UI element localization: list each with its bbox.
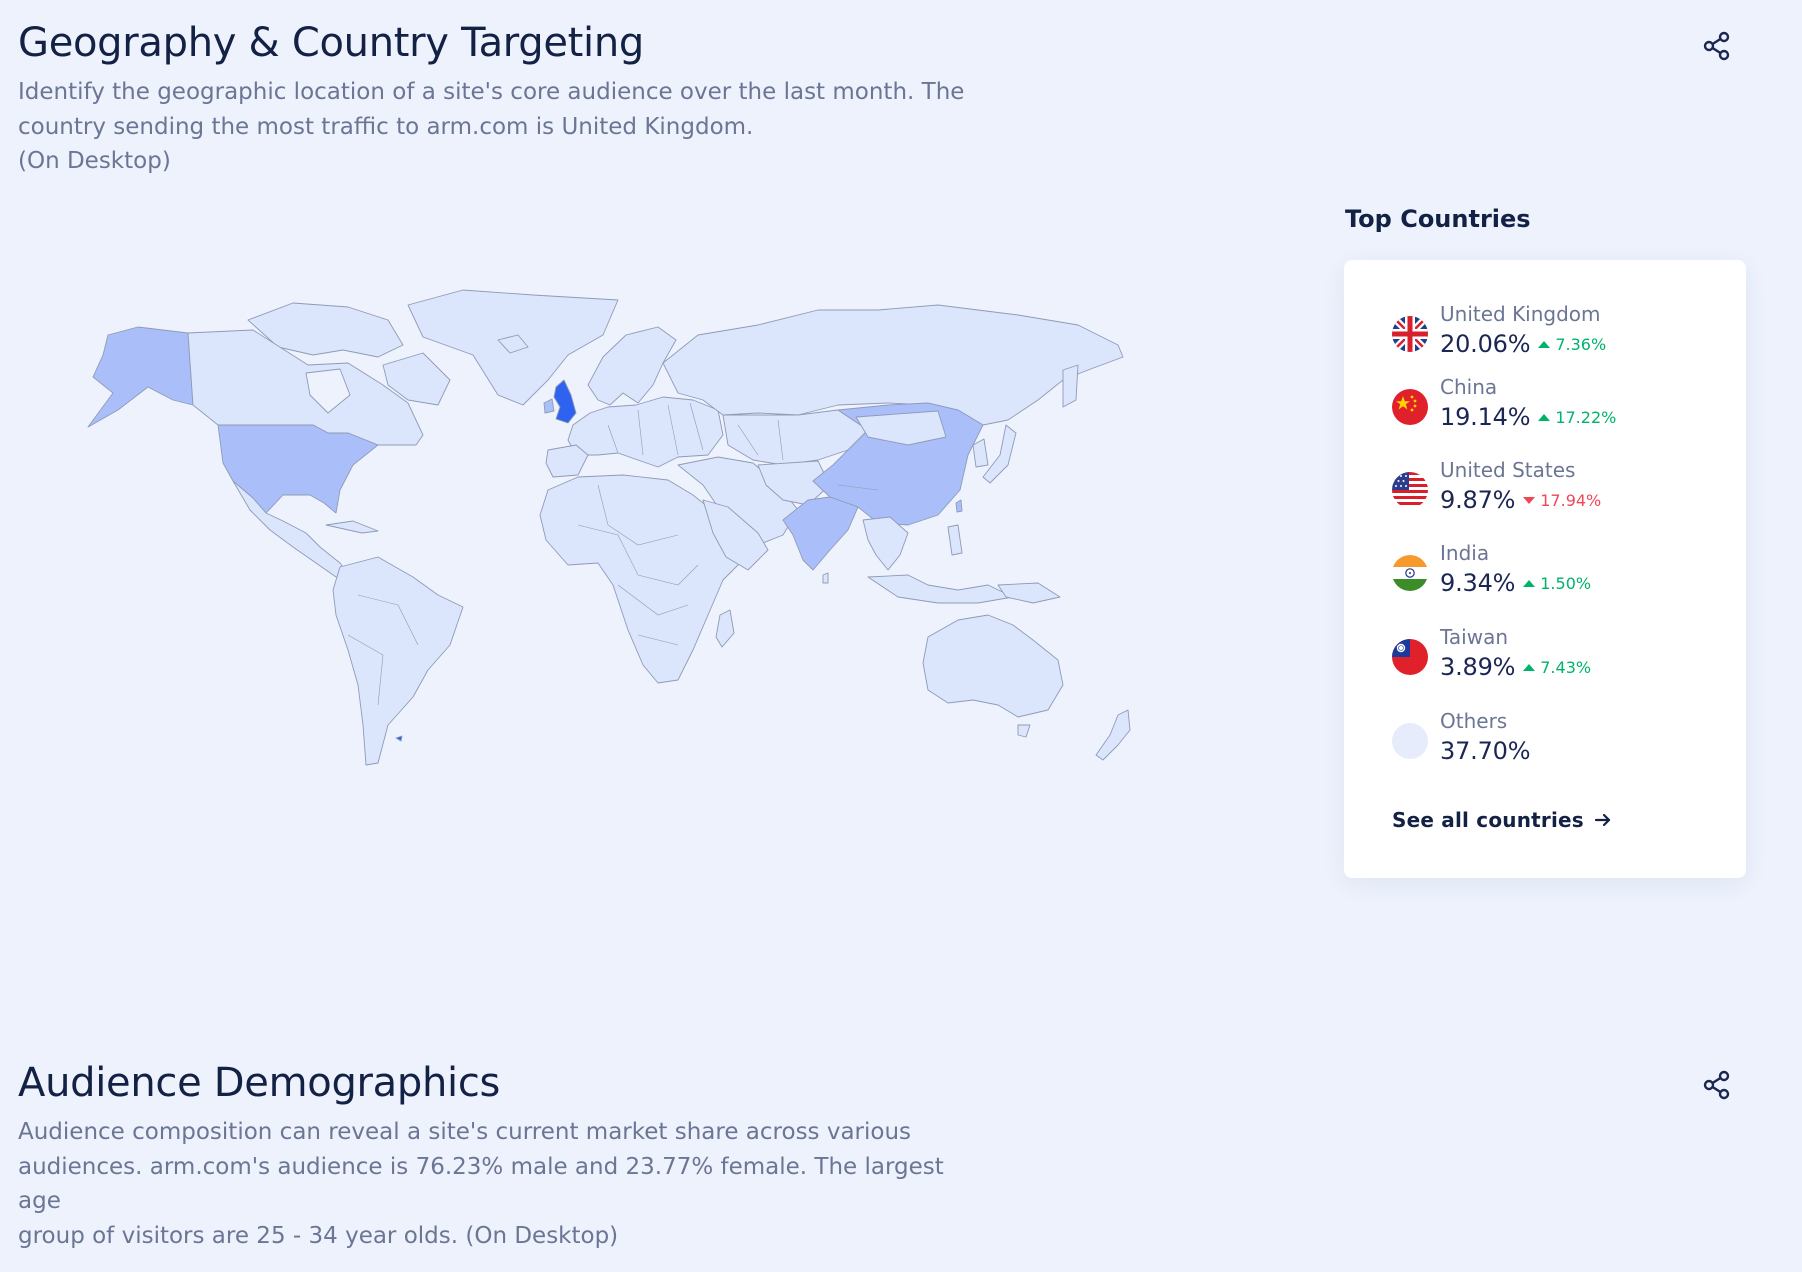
country-name: United States [1440, 458, 1576, 482]
country-share: 19.14% [1440, 403, 1531, 431]
world-map [78, 285, 1298, 875]
country-row-united-states[interactable]: United States 9.87% 17.94% [1392, 458, 1722, 528]
map-region-usa[interactable] [217, 424, 379, 514]
page: Geography & Country Targeting Identify t… [0, 0, 1802, 1272]
country-share: 9.87% [1440, 486, 1516, 514]
map-region-new-guinea[interactable] [997, 582, 1061, 604]
country-row-india[interactable]: India 9.34% 1.50% [1392, 541, 1722, 611]
map-region-madagascar[interactable] [715, 609, 735, 648]
china-flag-icon [1392, 389, 1428, 425]
map-region-alaska[interactable] [87, 326, 194, 428]
country-name: Others [1440, 709, 1508, 733]
india-flag-icon [1392, 555, 1428, 591]
geography-description-line: Identify the geographic location of a si… [18, 79, 965, 105]
geography-description-line: (On Desktop) [18, 148, 171, 174]
map-region-tasmania[interactable] [1017, 724, 1031, 738]
country-row-others: Others 37.70% [1392, 709, 1722, 779]
map-region-cuba[interactable] [325, 520, 379, 534]
country-stats: 37.70% [1440, 737, 1531, 765]
trend-up-icon [1538, 413, 1551, 421]
demographics-share-button[interactable] [1697, 1065, 1737, 1105]
country-change-badge: 7.43% [1523, 658, 1591, 677]
trend-up-icon [1523, 579, 1536, 587]
country-share: 3.89% [1440, 653, 1516, 681]
trend-up-icon [1523, 663, 1536, 671]
map-region-japan[interactable] [982, 424, 1017, 484]
country-stats: 9.34% 1.50% [1440, 569, 1591, 597]
map-region-europe[interactable] [567, 396, 724, 468]
top-countries-title: Top Countries [1345, 205, 1531, 233]
country-change-badge: 17.22% [1538, 408, 1616, 427]
country-stats: 3.89% 7.43% [1440, 653, 1591, 681]
demographics-description-line: Audience composition can reveal a site's… [18, 1119, 912, 1145]
taiwan-flag-icon [1392, 639, 1428, 675]
demographics-description: Audience composition can reveal a site's… [18, 1115, 978, 1253]
others-dot-icon [1392, 723, 1428, 759]
country-change-badge: 1.50% [1523, 574, 1591, 593]
country-change-value: 17.94% [1540, 490, 1602, 510]
map-region-scandinavia[interactable] [587, 326, 677, 406]
trend-up-icon [1538, 340, 1551, 348]
geography-description-line: country sending the most traffic to arm.… [18, 113, 754, 140]
map-region-indonesia[interactable] [867, 574, 1014, 604]
country-row-china[interactable]: China 19.14% 17.22% [1392, 375, 1722, 445]
map-region-korea[interactable] [972, 438, 989, 468]
country-name: India [1440, 541, 1490, 565]
map-region-south-america[interactable] [332, 556, 464, 766]
usa-flag-icon [1392, 472, 1428, 508]
country-share: 37.70% [1440, 737, 1531, 765]
map-region-iberia[interactable] [545, 444, 589, 478]
map-region-australia[interactable] [922, 614, 1064, 718]
top-countries-card: United Kingdom 20.06% 7.36% China 19.14%… [1344, 260, 1746, 878]
demographics-description-line: audiences. arm.com's audience is 76.23% … [18, 1153, 944, 1215]
map-region-united-kingdom[interactable] [553, 379, 577, 424]
map-region-falklands[interactable] [395, 735, 403, 742]
country-change-value: 1.50% [1540, 573, 1592, 593]
uk-flag-icon [1392, 316, 1428, 352]
demographics-title: Audience Demographics [18, 1060, 501, 1106]
map-region-taiwan[interactable] [955, 499, 963, 513]
world-map-svg [87, 289, 1131, 766]
see-all-countries-link[interactable]: See all countries [1392, 808, 1612, 832]
map-region-sri-lanka[interactable] [822, 572, 829, 584]
country-share: 9.34% [1440, 569, 1516, 597]
country-row-taiwan[interactable]: Taiwan 3.89% 7.43% [1392, 625, 1722, 695]
country-change-badge: 17.94% [1523, 491, 1601, 510]
map-region-ireland[interactable] [543, 398, 555, 414]
trend-down-icon [1523, 496, 1536, 504]
geography-share-button[interactable] [1697, 26, 1737, 66]
share-icon [1703, 31, 1730, 61]
map-region-kamchatka[interactable] [1062, 364, 1079, 408]
map-region-philippines[interactable] [947, 524, 963, 556]
country-stats: 9.87% 17.94% [1440, 486, 1601, 514]
country-change-value: 17.22% [1555, 407, 1617, 427]
share-icon [1703, 1070, 1730, 1100]
country-change-badge: 7.36% [1538, 335, 1606, 354]
country-share: 20.06% [1440, 330, 1531, 358]
arrow-right-icon [1594, 813, 1610, 827]
country-name: Taiwan [1440, 625, 1509, 649]
demographics-description-line: group of visitors are 25 - 34 year olds.… [18, 1222, 619, 1249]
country-stats: 20.06% 7.36% [1440, 330, 1606, 358]
country-row-united-kingdom[interactable]: United Kingdom 20.06% 7.36% [1392, 302, 1722, 372]
geography-description: Identify the geographic location of a si… [18, 75, 978, 179]
map-region-new-zealand[interactable] [1095, 709, 1131, 761]
country-name: China [1440, 375, 1498, 399]
country-change-value: 7.43% [1540, 657, 1592, 677]
country-name: United Kingdom [1440, 302, 1601, 326]
country-stats: 19.14% 17.22% [1440, 403, 1616, 431]
see-all-countries-label: See all countries [1392, 808, 1584, 832]
country-change-value: 7.36% [1555, 334, 1607, 354]
geography-title: Geography & Country Targeting [18, 20, 644, 66]
